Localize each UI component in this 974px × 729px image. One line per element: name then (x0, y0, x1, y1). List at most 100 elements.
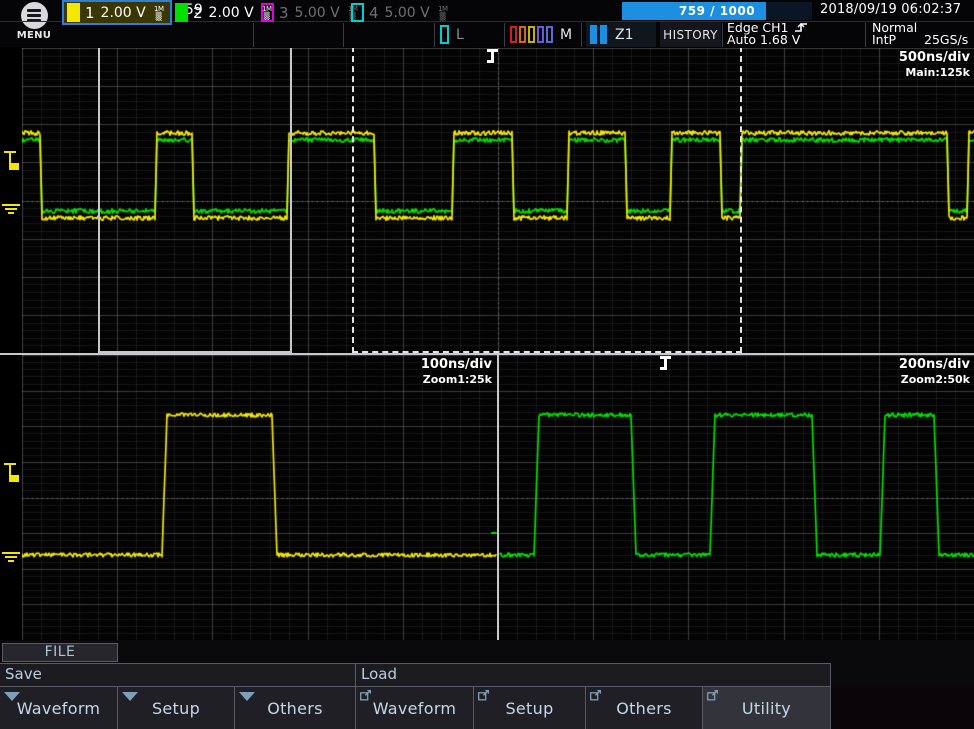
zoom-badge[interactable]: Z1 (586, 22, 656, 47)
file-menu-tab-label: FILE (45, 644, 76, 660)
zoom2-timebase-label: 200ns/div Zoom2:50k (830, 357, 970, 387)
interpolation-text: IntP (872, 34, 896, 46)
history-button-label: HISTORY (663, 28, 718, 42)
channel-2-color-swatch (175, 3, 188, 22)
save-setup-button[interactable]: Setup (118, 686, 235, 729)
waveform-area: 500ns/div Main:125k 100ns/div Zoom1: (0, 48, 974, 640)
channel-3-color-swatch (261, 3, 274, 22)
channel-badge-1[interactable]: 1 2.00 V 1M ▒ (62, 0, 172, 25)
load-others-label: Others (616, 699, 672, 718)
math-badge[interactable]: M (510, 22, 572, 47)
math-swatch-1 (510, 26, 517, 43)
save-others-button[interactable]: Others (235, 686, 356, 729)
logic-label: L (456, 27, 464, 43)
zoom1-ground-marker[interactable] (2, 551, 21, 564)
math-swatch-5 (546, 26, 553, 43)
channel-4-color-swatch (351, 3, 364, 22)
utility-label: Utility (742, 699, 791, 718)
channel-4-coupling-icon: 1M ▒ (435, 6, 451, 20)
zoom1-trigger-level-marker[interactable] (3, 462, 20, 482)
badge-divider-2 (343, 23, 344, 47)
file-menu-tab[interactable]: FILE (2, 643, 118, 662)
save-waveform-button[interactable]: Waveform (0, 686, 118, 729)
zoom-label: Z1 (615, 27, 634, 43)
history-button[interactable]: HISTORY (660, 22, 721, 47)
save-setup-label: Setup (152, 699, 200, 718)
ch1-ground-marker[interactable] (2, 203, 21, 216)
oscilloscope-screen: MENU Stopped 759 759 / 1000 2018/09/19 0… (0, 0, 974, 729)
acquisition-status[interactable]: Normal IntP 25GS/s (872, 22, 972, 47)
math-swatch-2 (519, 26, 526, 43)
save-waveform-label: Waveform (17, 699, 101, 718)
channel-badge-4[interactable]: 4 5.00 V 1M ▒ (348, 0, 452, 25)
channel-3-number: 3 (279, 4, 289, 22)
badge-divider-5 (581, 23, 582, 47)
save-others-label: Others (267, 699, 323, 718)
zoom-pane-sidebar (0, 355, 22, 640)
zoom1-timebase-label: 100ns/div Zoom1:25k (352, 357, 492, 387)
zoom-swatch-2 (600, 25, 607, 44)
trigger-mode-text: Auto 1.68 V (727, 34, 808, 46)
popout-arrow-icon (707, 690, 718, 701)
menu-button-label: MENU (17, 30, 51, 41)
zoom1-region-box[interactable] (98, 48, 292, 353)
bottom-menu-bar: FILE Save Load Waveform Setup Others Wav (0, 640, 974, 729)
load-group-label: Load (361, 665, 397, 683)
popout-arrow-icon (478, 690, 489, 701)
datetime-text: 2018/09/19 06:02:37 (820, 2, 961, 17)
zoom2-timebase-value: 200ns/div (830, 357, 970, 372)
channel-4-scale: 5.00 V (385, 5, 430, 21)
load-group-header: Load (356, 663, 831, 686)
math-swatch-4 (537, 26, 544, 43)
badge-divider-1 (253, 23, 254, 47)
channel-2-number: 2 (193, 4, 203, 22)
main-pane-sidebar (0, 48, 22, 353)
load-setup-button[interactable]: Setup (474, 686, 586, 729)
zoom-pane-divider (497, 355, 499, 640)
sample-rate-text: 25GS/s (924, 34, 968, 46)
dropdown-triangle-icon (4, 692, 20, 701)
channel-2-scale: 2.00 V (209, 5, 254, 21)
history-counter-text: 759 / 1000 (622, 2, 812, 20)
main-memory-depth: Main:125k (830, 65, 970, 80)
badge-divider-6 (722, 23, 723, 47)
channel-1-color-swatch (67, 3, 80, 22)
channel-1-coupling-icon: 1M ▒ (151, 6, 167, 20)
load-others-button[interactable]: Others (586, 686, 703, 729)
ch1-trigger-level-marker[interactable] (3, 150, 20, 170)
bottom-menu-empty-area (831, 686, 974, 729)
main-timebase-label: 500ns/div Main:125k (830, 50, 970, 80)
load-waveform-label: Waveform (373, 699, 457, 718)
badge-divider-3 (434, 23, 435, 47)
zoom-waveform-panes[interactable]: 100ns/div Zoom1:25k 200ns/div Zoom2:50k (22, 355, 974, 640)
zoom1-memory-depth: Zoom1:25k (352, 372, 492, 387)
math-label: M (560, 27, 572, 43)
channel-3-scale: 5.00 V (295, 5, 340, 21)
load-setup-label: Setup (505, 699, 553, 718)
utility-button[interactable]: Utility (703, 686, 831, 729)
menu-button[interactable]: MENU (8, 1, 60, 46)
channel-badge-3[interactable]: 3 5.00 V 1M ▒ (258, 0, 362, 25)
logic-color-swatch (440, 25, 449, 44)
load-waveform-button[interactable]: Waveform (356, 686, 474, 729)
badge-divider-7 (865, 23, 866, 47)
save-group-header: Save (0, 663, 356, 686)
badge-divider-4 (504, 23, 505, 47)
save-group-label: Save (5, 665, 42, 683)
zoom2-memory-depth: Zoom2:50k (830, 372, 970, 387)
zoom2-region-box[interactable] (352, 48, 742, 353)
dropdown-triangle-icon (122, 692, 138, 701)
channel-1-number: 1 (85, 4, 95, 22)
popout-arrow-icon (360, 690, 371, 701)
zoom1-timebase-value: 100ns/div (352, 357, 492, 372)
history-progress-bar[interactable]: 759 / 1000 (622, 2, 812, 20)
math-swatch-3 (528, 26, 535, 43)
trigger-status[interactable]: Edge CH1 Auto 1.68 V (727, 22, 808, 47)
zoom-swatch-1 (590, 25, 597, 44)
zoom2-cursor-marker[interactable] (660, 356, 671, 370)
zoom2-position-marker[interactable] (487, 49, 498, 63)
logic-badge[interactable]: L (440, 22, 464, 47)
dropdown-triangle-icon (239, 692, 255, 701)
main-waveform-pane[interactable]: 500ns/div Main:125k (22, 48, 974, 353)
channel-1-scale: 2.00 V (101, 5, 146, 21)
